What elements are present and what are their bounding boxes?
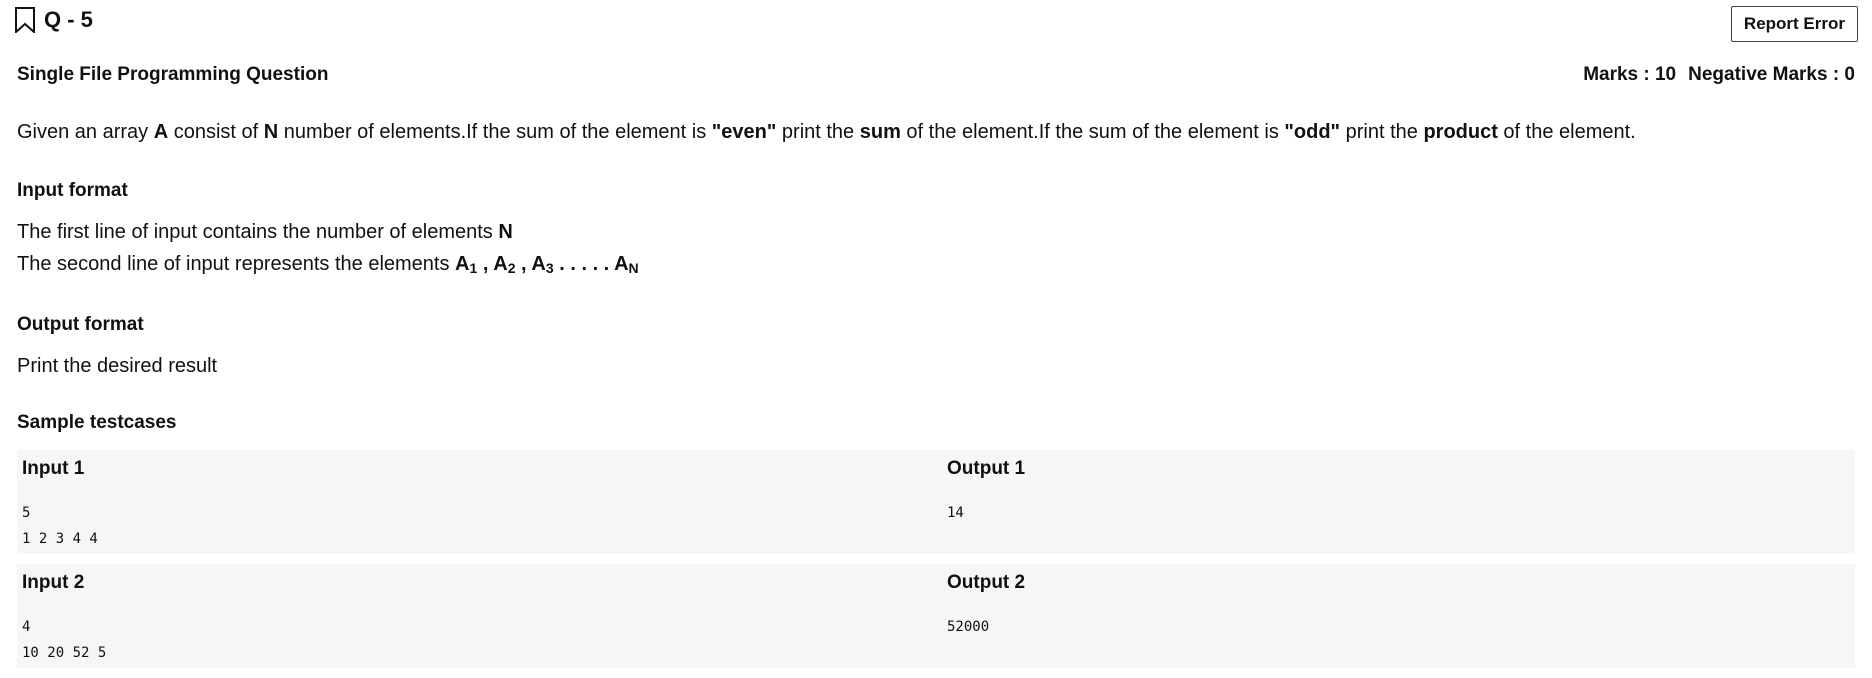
testcase-input: Input 1 5 1 2 3 4 4 — [17, 450, 936, 554]
marks-info: Marks : 10 Negative Marks : 0 — [1583, 64, 1855, 86]
input-format-line-2: The second line of input represents the … — [17, 253, 639, 276]
problem-statement: Given an array A consist of N number of … — [17, 121, 1636, 143]
output-label: Output 1 — [947, 458, 1026, 479]
input-label: Input 2 — [22, 572, 85, 593]
bookmark-icon[interactable] — [14, 7, 36, 33]
negative-marks-label: Negative Marks : 0 — [1688, 64, 1855, 85]
question-header: Q - 5 Report Error — [14, 6, 1858, 42]
input-value: 4 10 20 52 5 — [22, 619, 107, 661]
testcase-input: Input 2 4 10 20 52 5 — [17, 564, 936, 668]
question-title: Q - 5 — [14, 6, 93, 34]
output-format-heading: Output format — [17, 314, 144, 335]
output-value: 52000 — [947, 619, 990, 635]
input-format-line-1: The first line of input contains the num… — [17, 221, 513, 243]
output-format-text: Print the desired result — [17, 355, 218, 377]
marks-label: Marks : 10 — [1583, 64, 1677, 85]
testcase-output: Output 2 52000 — [942, 564, 1855, 668]
testcase-row: Input 1 5 1 2 3 4 4 Output 1 14 — [17, 450, 1855, 554]
testcase-row: Input 2 4 10 20 52 5 Output 2 52000 — [17, 564, 1855, 668]
output-label: Output 2 — [947, 572, 1026, 593]
question-meta: Single File Programming Question Marks :… — [17, 64, 1855, 90]
sample-testcases-heading: Sample testcases — [17, 412, 177, 433]
output-value: 14 — [947, 505, 964, 521]
question-number: Q - 5 — [44, 7, 93, 32]
input-label: Input 1 — [22, 458, 85, 479]
report-error-button[interactable]: Report Error — [1730, 6, 1858, 42]
input-format-heading: Input format — [17, 180, 128, 201]
input-value: 5 1 2 3 4 4 — [22, 505, 98, 547]
question-type: Single File Programming Question — [17, 64, 329, 85]
testcase-output: Output 1 14 — [942, 450, 1855, 554]
